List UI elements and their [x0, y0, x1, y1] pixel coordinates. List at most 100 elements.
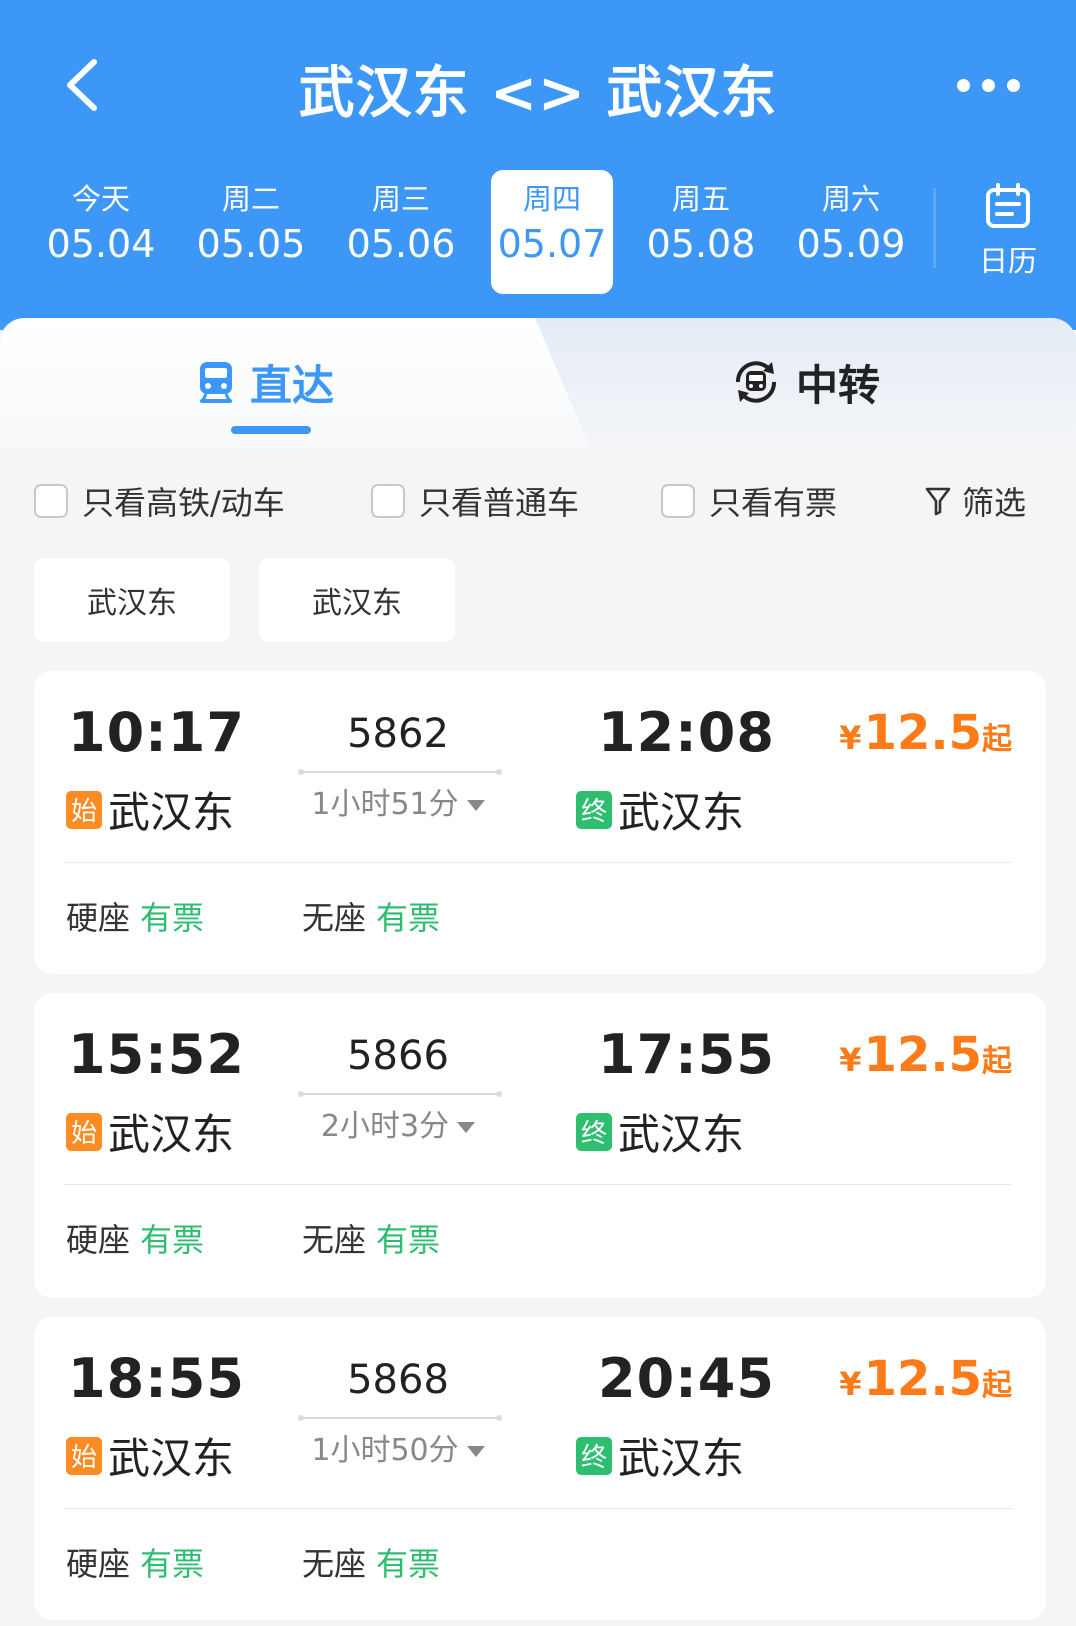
duration-toggle[interactable]: 2小时3分 [298, 1101, 498, 1145]
filter-high-speed-label: 只看高铁/动车 [82, 484, 285, 522]
currency-symbol: ¥ [839, 1041, 862, 1079]
departure-time: 18:55 [68, 1347, 245, 1410]
duration-toggle[interactable]: 1小时51分 [298, 779, 498, 823]
date-item-5[interactable]: 周六 05.09 [790, 170, 912, 294]
end-tag: 终 [576, 1112, 612, 1151]
caret-down-icon [457, 1122, 476, 1133]
departure-time: 10:17 [68, 701, 245, 764]
seat-status: 有票 [140, 899, 205, 937]
seat-status: 有票 [376, 899, 441, 937]
arrival-station-name: 武汉东 [618, 788, 745, 837]
price-amount: 12.5 [863, 705, 982, 761]
filter-high-speed-checkbox[interactable] [34, 484, 68, 518]
divider [64, 1184, 1012, 1185]
date-value: 05.07 [497, 222, 607, 266]
filter-available[interactable]: 只看有票 [661, 478, 837, 524]
train-card[interactable]: 18:55 5868 1小时50分 20:45 始 武汉东 终 武汉东 ¥ 12… [34, 1317, 1046, 1620]
start-tag: 始 [66, 1112, 102, 1151]
date-weekday: 周五 [671, 182, 730, 216]
tab-direct[interactable]: 直达 [196, 352, 334, 412]
calendar-button[interactable]: 日历 [960, 180, 1056, 280]
tab-transfer-label: 中转 [796, 360, 881, 410]
filter-available-checkbox[interactable] [661, 484, 695, 518]
departure-time: 15:52 [68, 1023, 245, 1086]
price-amount: 12.5 [863, 1027, 982, 1083]
date-weekday: 今天 [71, 182, 130, 216]
date-item-3-selected[interactable]: 周四 05.07 [491, 170, 613, 294]
seat-type: 硬座 [66, 1545, 131, 1583]
transfer-train-icon [735, 361, 777, 403]
seat-type: 无座 [302, 1221, 367, 1259]
station-chip-label: 武汉东 [87, 586, 177, 621]
price: ¥ 12.5 起 [839, 705, 1012, 761]
duration-text: 2小时3分 [320, 1109, 450, 1144]
tab-transfer[interactable]: 中转 [730, 352, 880, 412]
filter-button[interactable]: 筛选 [924, 478, 1026, 524]
seat-status: 有票 [376, 1221, 441, 1259]
route-line [298, 1091, 502, 1097]
date-value: 05.09 [796, 222, 906, 266]
start-tag: 始 [66, 790, 102, 829]
seat-status: 有票 [140, 1545, 205, 1583]
departure-station: 始 武汉东 [66, 1101, 234, 1162]
header-bar: 武汉东 <> 武汉东 今天 05.04 周二 05.05 周三 05.06 周四… [0, 0, 1076, 330]
currency-symbol: ¥ [839, 1365, 862, 1403]
duration-text: 1小时51分 [311, 787, 459, 822]
date-value: 05.08 [646, 222, 756, 266]
price-suffix: 起 [982, 1044, 1012, 1079]
seat-type: 无座 [302, 899, 367, 937]
departure-station: 始 武汉东 [66, 779, 234, 840]
price-suffix: 起 [982, 722, 1012, 757]
caret-down-icon [466, 1446, 485, 1457]
seat-standing: 无座 有票 [302, 1215, 440, 1261]
route-line [298, 769, 502, 775]
train-number: 5868 [347, 1357, 449, 1403]
price: ¥ 12.5 起 [839, 1351, 1012, 1407]
date-item-4[interactable]: 周五 05.08 [640, 170, 762, 294]
arrival-station-name: 武汉东 [618, 1110, 745, 1159]
filter-regular[interactable]: 只看普通车 [371, 478, 579, 524]
caret-down-icon [466, 800, 485, 811]
filter-icon [925, 487, 951, 516]
route-line [298, 1415, 502, 1421]
seat-hard: 硬座 有票 [66, 1539, 204, 1585]
end-tag: 终 [576, 1436, 612, 1475]
arrival-station: 终 武汉东 [576, 1101, 744, 1162]
train-card[interactable]: 15:52 5866 2小时3分 17:55 始 武汉东 终 武汉东 ¥ 12.… [34, 993, 1046, 1298]
date-selector: 今天 05.04 周二 05.05 周三 05.06 周四 05.07 周五 0… [0, 170, 935, 294]
station-chip-departure[interactable]: 武汉东 [34, 558, 230, 642]
train-number: 5866 [347, 1033, 449, 1079]
date-item-2[interactable]: 周三 05.06 [340, 170, 462, 294]
train-icon [200, 362, 232, 403]
date-value: 05.04 [46, 222, 156, 266]
route-type-tabs: 直达 中转 [0, 318, 1076, 448]
duration-toggle[interactable]: 1小时50分 [298, 1425, 498, 1469]
arrival-station-name: 武汉东 [618, 1434, 745, 1483]
filter-high-speed[interactable]: 只看高铁/动车 [34, 478, 285, 524]
end-tag: 终 [576, 790, 612, 829]
seat-hard: 硬座 有票 [66, 893, 204, 939]
more-button[interactable] [948, 60, 1028, 110]
currency-symbol: ¥ [839, 719, 862, 757]
divider [64, 1508, 1012, 1509]
station-chip-arrival[interactable]: 武汉东 [259, 558, 455, 642]
filter-row: 只看高铁/动车 只看普通车 只看有票 筛选 [0, 470, 1076, 530]
calendar-separator [933, 188, 936, 268]
date-weekday: 周四 [522, 182, 581, 216]
arrival-station: 终 武汉东 [576, 1425, 744, 1486]
departure-station: 始 武汉东 [66, 1425, 234, 1486]
duration-text: 1小时50分 [311, 1433, 459, 1468]
more-dots-icon [956, 78, 1020, 92]
station-chip-label: 武汉东 [312, 586, 402, 621]
seat-hard: 硬座 有票 [66, 1215, 204, 1261]
seat-type: 无座 [302, 1545, 367, 1583]
arrival-station: 终 武汉东 [576, 779, 744, 840]
active-tab-indicator [231, 426, 311, 434]
start-tag: 始 [66, 1436, 102, 1475]
departure-station-name: 武汉东 [108, 788, 235, 837]
date-item-0[interactable]: 今天 05.04 [40, 170, 162, 294]
date-item-1[interactable]: 周二 05.05 [190, 170, 312, 294]
filter-regular-checkbox[interactable] [371, 484, 405, 518]
train-number: 5862 [347, 711, 449, 757]
train-card[interactable]: 10:17 5862 1小时51分 12:08 始 武汉东 终 武汉东 ¥ 12… [34, 671, 1046, 974]
